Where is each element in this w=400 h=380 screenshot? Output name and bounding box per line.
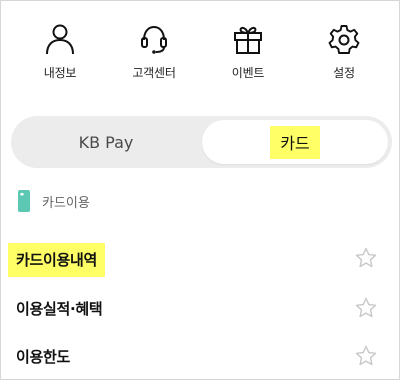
- gear-icon: [328, 25, 360, 54]
- star-icon[interactable]: [355, 345, 377, 367]
- list-item-label: 이용실적·혜택: [16, 300, 103, 318]
- quick-item-settings[interactable]: 설정: [304, 22, 384, 81]
- card-icon: [18, 190, 30, 212]
- quick-item-my-info[interactable]: 내정보: [20, 22, 100, 81]
- list-item-label: 이용한도: [16, 348, 71, 366]
- quick-item-customer-center[interactable]: 고객센터: [114, 22, 194, 81]
- quick-menu: 내정보 고객센터 이벤트 설정: [0, 22, 400, 92]
- tab-card[interactable]: 카드: [202, 120, 388, 164]
- tab-card-label: 카드: [270, 125, 320, 159]
- list-item-performance-benefits[interactable]: 이용실적·혜택: [0, 290, 400, 330]
- quick-item-label: 설정: [333, 66, 355, 80]
- quick-item-label: 이벤트: [231, 66, 265, 80]
- list-item-usage-limit[interactable]: 이용한도: [0, 338, 400, 378]
- pay-card-toggle: KB Pay 카드: [11, 116, 392, 168]
- quick-item-event[interactable]: 이벤트: [208, 22, 288, 81]
- star-icon[interactable]: [355, 297, 377, 319]
- section-header-card-usage: 카드이용: [18, 188, 90, 214]
- quick-item-label: 고객센터: [132, 66, 176, 80]
- quick-item-label: 내정보: [43, 66, 77, 80]
- list-item-label: 카드이용내역: [8, 243, 106, 277]
- list-item-card-usage-history[interactable]: 카드이용내역: [0, 240, 400, 280]
- tab-kb-pay[interactable]: KB Pay: [11, 116, 201, 168]
- section-title: 카드이용: [42, 195, 90, 211]
- gift-icon: [234, 26, 262, 54]
- tab-kb-pay-label: KB Pay: [78, 132, 134, 152]
- star-icon[interactable]: [355, 247, 377, 269]
- headset-icon: [141, 25, 167, 54]
- person-icon: [46, 24, 74, 55]
